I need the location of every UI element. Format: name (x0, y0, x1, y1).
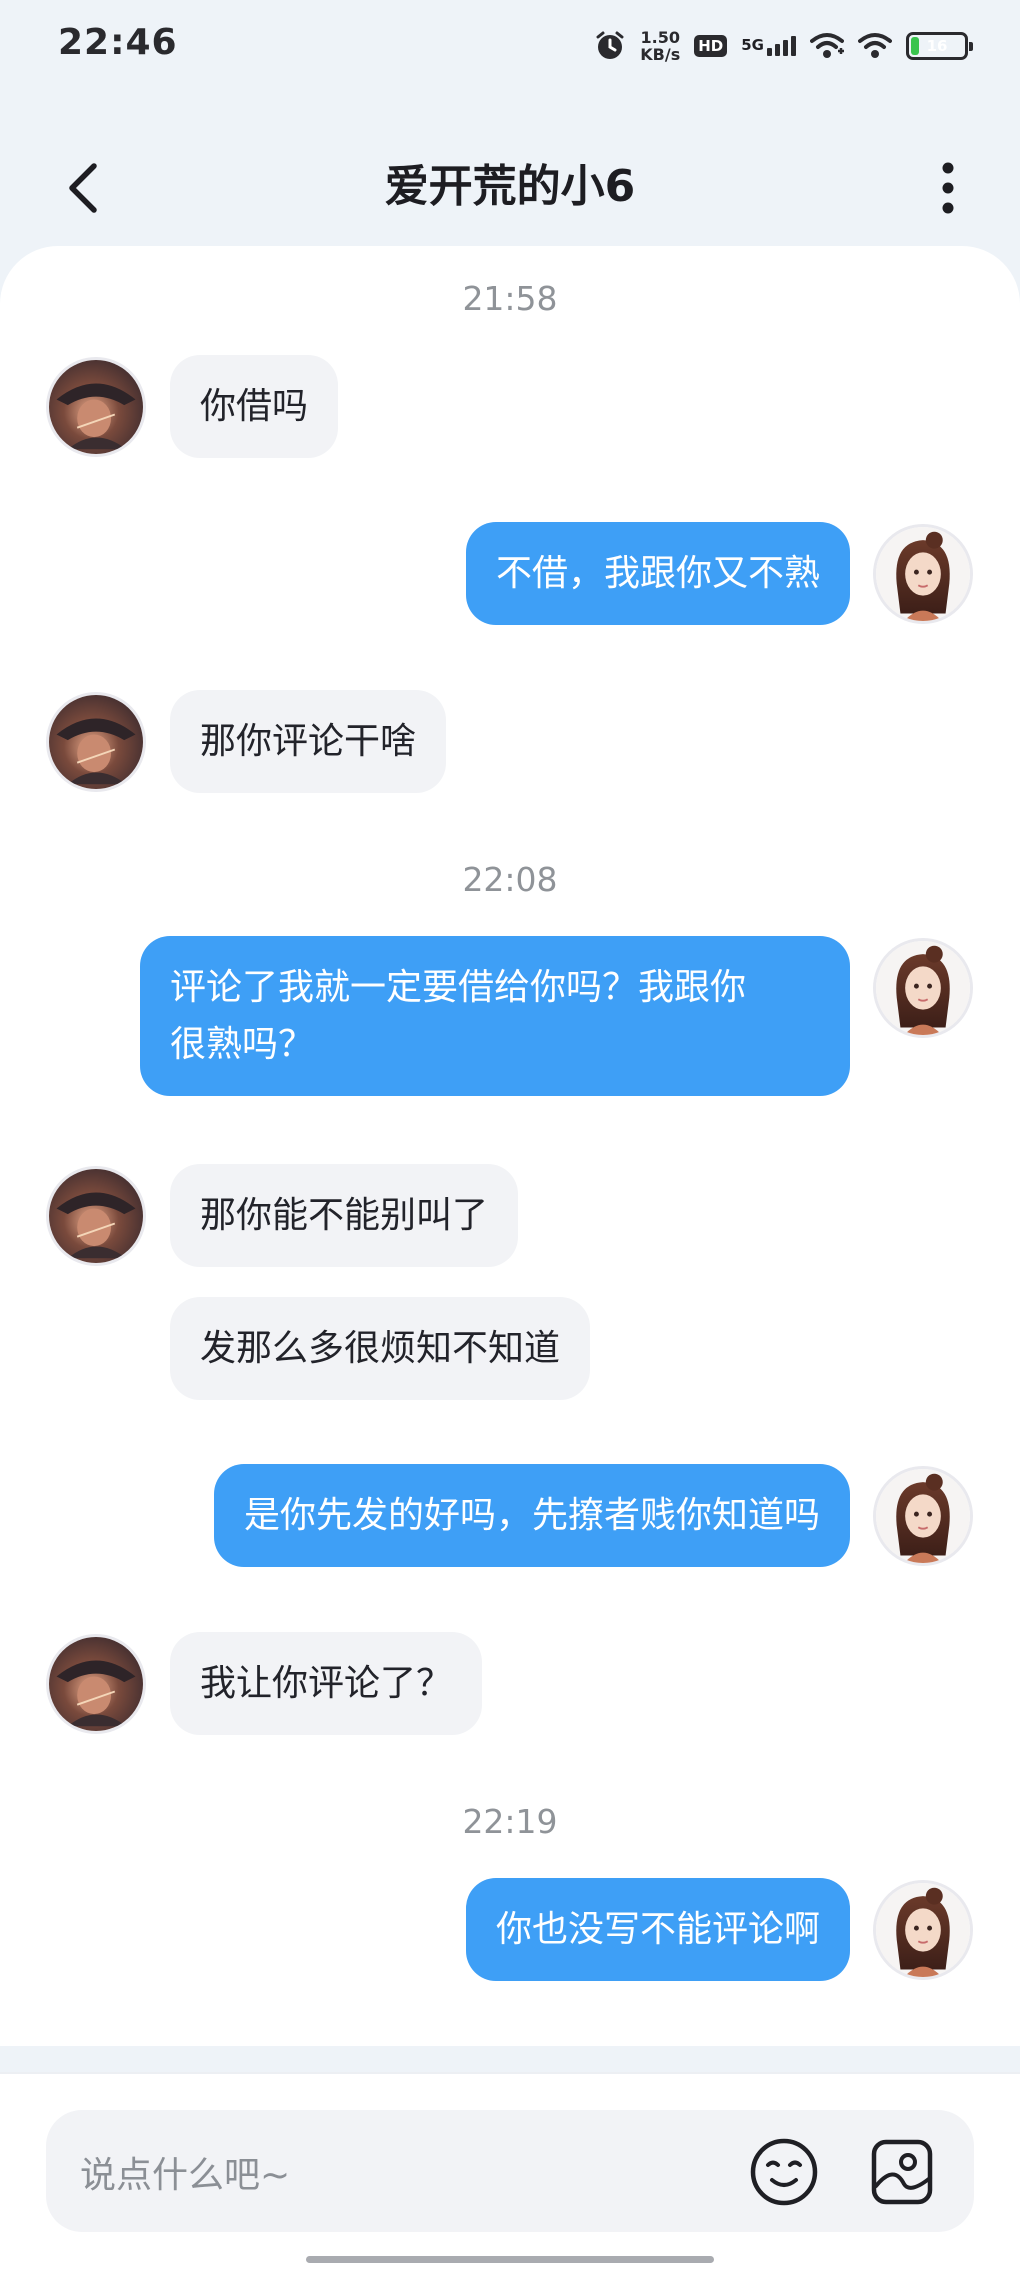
more-options-button[interactable] (928, 158, 968, 218)
message-line: 评论了我就一定要借给你吗？我跟你 (170, 967, 747, 1008)
avatar-self-image (876, 527, 970, 621)
battery-level: 16 (926, 37, 948, 55)
message-bubble-outgoing[interactable]: 评论了我就一定要借给你吗？我跟你 很熟吗？ (140, 936, 850, 1096)
avatar-self[interactable] (873, 1466, 973, 1566)
input-bar: 说点什么吧~ (0, 2072, 1020, 2269)
message-bubble-outgoing[interactable]: 你也没写不能评论啊 (465, 1878, 850, 1981)
message-bubble-incoming[interactable]: 那你能不能别叫了 (170, 1164, 519, 1267)
avatar-other[interactable] (46, 692, 146, 792)
avatar-other-image (49, 1637, 143, 1731)
message-bubble-incoming[interactable]: 那你评论干啥 (170, 690, 447, 793)
more-vertical-icon (942, 162, 954, 214)
timestamp: 22:08 (462, 860, 558, 899)
status-time: 22:46 (58, 22, 178, 63)
sticker-button[interactable] (864, 2134, 940, 2210)
chat-panel[interactable]: 21:58 你借吗 不借，我跟你又不熟 那你评论干啥 22:08 评论了我就一定… (0, 246, 1020, 2046)
avatar-other[interactable] (46, 1634, 146, 1734)
message-line: 很熟吗？ (170, 1024, 315, 1065)
network-label: 5G (741, 36, 764, 54)
status-icons: 1.50 KB/s HD 5G 16 (594, 24, 973, 68)
message-bubble-outgoing[interactable]: 是你先发的好吗，先撩者贱你知道吗 (213, 1464, 850, 1567)
emoji-button[interactable] (746, 2134, 822, 2210)
avatar-other-image (49, 1169, 143, 1263)
message-bubble-outgoing[interactable]: 不借，我跟你又不熟 (465, 522, 850, 625)
hd-icon: HD (694, 35, 728, 57)
avatar-self[interactable] (873, 524, 973, 624)
avatar-self-image (876, 1469, 970, 1563)
avatar-other[interactable] (46, 1166, 146, 1266)
timestamp: 21:58 (462, 279, 558, 318)
sticker-icon (871, 2139, 933, 2205)
avatar-other[interactable] (46, 357, 146, 457)
avatar-self[interactable] (873, 938, 973, 1038)
wifi-icon (858, 33, 892, 58)
message-bubble-incoming[interactable]: 发那么多很烦知不知道 (170, 1297, 591, 1400)
wifi-signal-icon (810, 33, 844, 58)
avatar-self-image (876, 941, 970, 1035)
message-input[interactable]: 说点什么吧~ (46, 2110, 974, 2232)
message-bubble-incoming[interactable]: 我让你评论了？ (170, 1632, 483, 1735)
timestamp: 22:19 (462, 1802, 558, 1841)
avatar-other-image (49, 695, 143, 789)
chat-header: 爱开荒的小6 (0, 120, 1020, 240)
status-bar: 22:46 1.50 KB/s HD 5G 16 (0, 0, 1020, 96)
avatar-self[interactable] (873, 1880, 973, 1980)
page-title: 爱开荒的小6 (384, 161, 636, 212)
message-bubble-incoming[interactable]: 你借吗 (170, 355, 339, 458)
avatar-self-image (876, 1883, 970, 1977)
5g-signal-icon: 5G (741, 36, 796, 56)
emoji-icon (750, 2138, 818, 2206)
net-speed-unit: KB/s (640, 45, 681, 64)
avatar-other-image (49, 360, 143, 454)
net-speed: 1.50 KB/s (640, 29, 680, 63)
alarm-icon (596, 31, 624, 59)
net-speed-value: 1.50 (640, 28, 680, 47)
home-indicator[interactable] (306, 2256, 714, 2263)
input-placeholder: 说点什么吧~ (80, 2155, 291, 2196)
battery-icon: 16 (906, 32, 973, 60)
